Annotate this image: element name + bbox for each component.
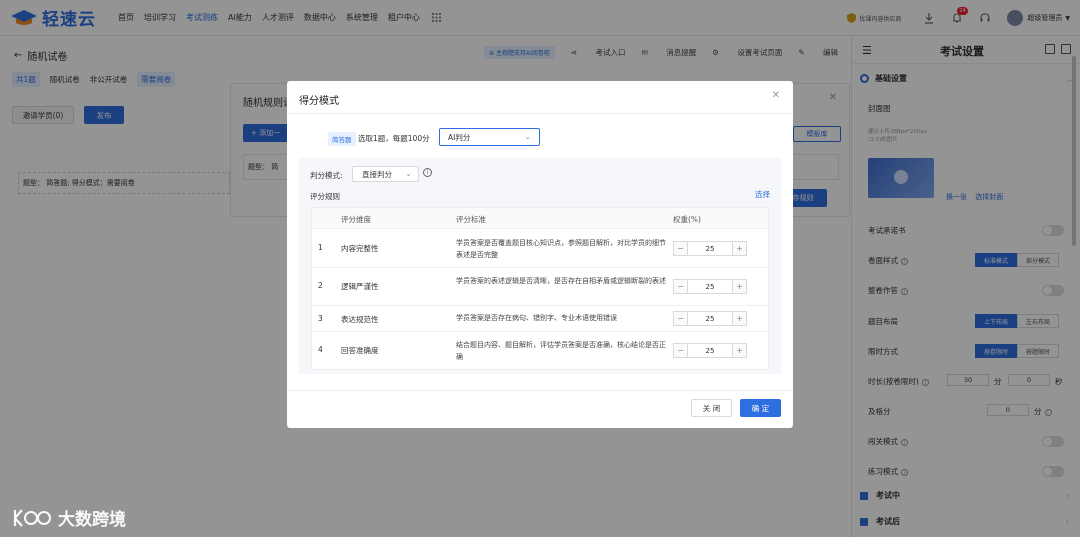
selection-info: 选取1题，每题100分 <box>358 134 430 143</box>
row-index: 3 <box>318 314 323 323</box>
plus-icon[interactable]: + <box>732 344 746 357</box>
confirm-button[interactable]: 确 定 <box>740 399 781 417</box>
minus-icon[interactable]: − <box>674 280 688 293</box>
table-row: 3 表达规范性 学员答案是否存在病句、错别字、专业术语使用错误 −25 + <box>312 306 768 332</box>
header-weight: 权重(%) <box>673 215 701 224</box>
row-standard: 学员答案是否覆盖题目核心知识点，参照题目解析，对比学员的细节表述是否完整 <box>456 239 666 259</box>
weight-value[interactable]: 25 <box>688 283 732 291</box>
rules-label: 评分规则 <box>310 192 340 201</box>
table-row: 2 逻辑严谨性 学员答案的表述逻辑是否清晰，是否存在自相矛盾或逻辑断裂的表述 −… <box>312 268 768 306</box>
weight-stepper[interactable]: −25 + <box>673 241 747 256</box>
close-icon[interactable]: ✕ <box>772 90 780 101</box>
table-header: 评分维度 评分标准 权重(%) <box>312 208 768 229</box>
mode-select[interactable]: 直接判分 ⌄ <box>352 166 419 182</box>
choose-link[interactable]: 选择 <box>755 189 770 200</box>
plus-icon[interactable]: + <box>732 312 746 325</box>
row-index: 2 <box>318 281 323 290</box>
mode-select-value: 直接判分 <box>362 169 392 179</box>
chevron-down-icon: ⌄ <box>524 132 531 141</box>
row-dimension: 回答准确度 <box>341 346 379 355</box>
scoring-panel: 判分模式: 直接判分 ⌄ i 评分规则 选择 评分维度 评分标准 权重(%) 1… <box>299 158 781 374</box>
header-standard: 评分标准 <box>456 215 486 224</box>
header-dimension: 评分维度 <box>341 215 371 224</box>
row-index: 1 <box>318 243 323 252</box>
weight-stepper[interactable]: −25 + <box>673 279 747 294</box>
table-row: 4 回答准确度 结合题目内容、题目解析，评估学员答案是否准确，核心结论是否正确 … <box>312 332 768 370</box>
row-standard: 学员答案是否存在病句、错别字、专业术语使用错误 <box>456 314 617 322</box>
minus-icon[interactable]: − <box>674 312 688 325</box>
row-dimension: 内容完整性 <box>341 244 379 253</box>
info-icon[interactable]: i <box>423 168 432 177</box>
weight-value[interactable]: 25 <box>688 315 732 323</box>
row-dimension: 逻辑严谨性 <box>341 282 379 291</box>
plus-icon[interactable]: + <box>732 242 746 255</box>
watermark: 大数跨境 <box>12 505 126 530</box>
minus-icon[interactable]: − <box>674 242 688 255</box>
scoring-select-value: AI判分 <box>448 132 471 142</box>
weight-stepper[interactable]: −25 + <box>673 343 747 358</box>
rules-table: 评分维度 评分标准 权重(%) 1 内容完整性 学员答案是否覆盖题目核心知识点，… <box>311 207 769 370</box>
watermark-text: 大数跨境 <box>58 510 126 530</box>
plus-icon[interactable]: + <box>732 280 746 293</box>
row-standard: 学员答案的表述逻辑是否清晰，是否存在自相矛盾或逻辑断裂的表述 <box>456 277 666 285</box>
row-standard: 结合题目内容、题目解析，评估学员答案是否准确，核心结论是否正确 <box>456 341 666 361</box>
weight-stepper[interactable]: −25 + <box>673 311 747 326</box>
question-type-tag: 简答题 <box>328 132 356 146</box>
scoring-mode-modal: 得分模式 ✕ 简答题 选取1题，每题100分 AI判分 ⌄ 判分模式: 直接判分… <box>287 81 793 428</box>
scoring-select[interactable]: AI判分 ⌄ <box>439 128 540 146</box>
weight-value[interactable]: 25 <box>688 347 732 355</box>
row-dimension: 表达规范性 <box>341 315 379 324</box>
mode-label: 判分模式: <box>310 171 343 180</box>
chevron-down-icon: ⌄ <box>405 169 412 178</box>
minus-icon[interactable]: − <box>674 344 688 357</box>
close-button[interactable]: 关 闭 <box>691 399 732 417</box>
modal-title: 得分模式 <box>299 96 339 107</box>
watermark-logo-icon <box>13 508 51 527</box>
table-row: 1 内容完整性 学员答案是否覆盖题目核心知识点，参照题目解析，对比学员的细节表述… <box>312 230 768 268</box>
row-index: 4 <box>318 345 323 354</box>
weight-value[interactable]: 25 <box>688 245 732 253</box>
